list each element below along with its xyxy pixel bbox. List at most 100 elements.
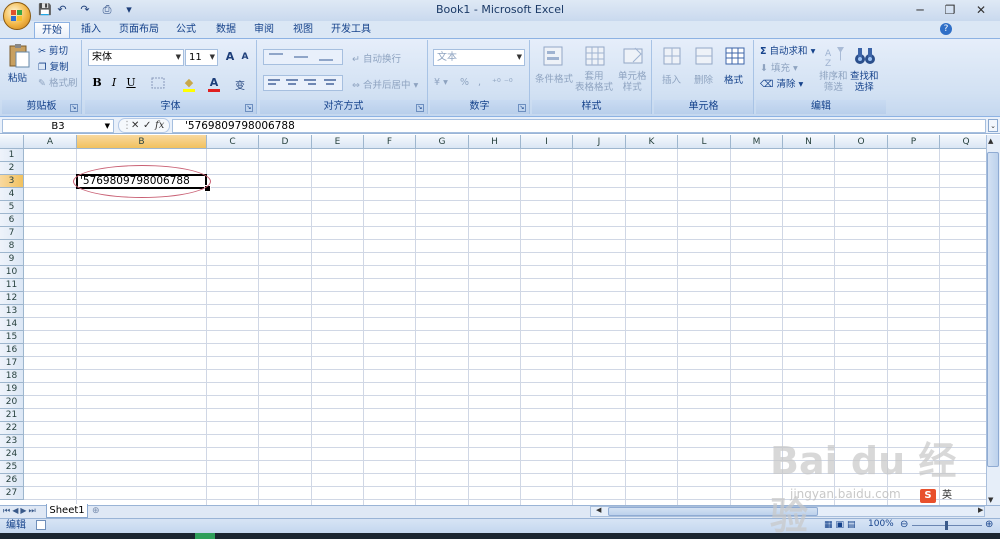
wrap-text-button[interactable]: ↵ 自动换行 [352,51,401,65]
row-header-11[interactable]: 11 [0,279,24,292]
insert-cells-button[interactable]: 插入 [662,72,681,86]
column-header-b[interactable]: B [77,135,207,149]
save-icon[interactable]: 💾 [38,3,52,17]
row-header-3[interactable]: 3 [0,175,24,188]
font-color-icon[interactable]: A [205,75,223,92]
vertical-scroll-thumb[interactable] [987,152,999,467]
column-header-k[interactable]: K [626,135,678,149]
insert-cells-icon[interactable] [660,43,686,69]
delete-cells-button[interactable]: 删除 [694,72,713,86]
scroll-up-icon[interactable]: ▲ [988,137,993,145]
row-header-7[interactable]: 7 [0,227,24,240]
print-icon[interactable]: ⎙ [100,3,114,17]
column-header-m[interactable]: M [731,135,783,149]
expand-formula-icon[interactable]: ⌄ [988,119,998,132]
row-header-19[interactable]: 19 [0,383,24,396]
minimize-button[interactable]: ─ [905,1,935,19]
phonetic-icon[interactable]: 变 [230,76,250,92]
borders-icon[interactable] [147,76,169,90]
column-header-p[interactable]: P [888,135,940,149]
alignment-launcher-icon[interactable]: ↘ [416,104,424,112]
bold-button[interactable]: B [90,75,104,91]
format-cells-button[interactable]: 格式 [724,72,743,86]
tab-view[interactable]: 视图 [285,22,321,38]
column-header-i[interactable]: I [521,135,573,149]
view-mode-icons[interactable]: ▦▣▤ [824,520,859,530]
row-header-13[interactable]: 13 [0,305,24,318]
row-header-1[interactable]: 1 [0,149,24,162]
select-all-corner[interactable] [0,135,24,149]
tab-home[interactable]: 开始 [34,22,70,38]
column-header-g[interactable]: G [416,135,469,149]
sort-filter-icon[interactable]: AZ [822,43,848,69]
formula-input[interactable]: '5769809798006788 [172,119,986,133]
font-name-combo[interactable]: 宋体 ▼ [88,49,184,66]
number-launcher-icon[interactable]: ↘ [518,104,526,112]
column-header-d[interactable]: D [259,135,312,149]
row-header-6[interactable]: 6 [0,214,24,227]
currency-icon[interactable]: ¥ ▾ [434,77,448,88]
row-header-2[interactable]: 2 [0,162,24,175]
italic-button[interactable]: I [107,75,121,91]
font-size-combo[interactable]: 11 ▼ [185,49,218,66]
row-header-17[interactable]: 17 [0,357,24,370]
row-header-21[interactable]: 21 [0,409,24,422]
row-header-9[interactable]: 9 [0,253,24,266]
tab-formulas[interactable]: 公式 [168,22,204,38]
row-header-8[interactable]: 8 [0,240,24,253]
row-header-22[interactable]: 22 [0,422,24,435]
insert-function-icon[interactable]: fx [155,120,164,131]
row-header-20[interactable]: 20 [0,396,24,409]
row-header-18[interactable]: 18 [0,370,24,383]
grow-font-icon[interactable]: A [223,49,237,65]
column-header-o[interactable]: O [835,135,888,149]
vertical-align-icons[interactable] [263,49,343,65]
zoom-in-icon[interactable]: ⊕ [985,519,993,530]
office-button[interactable] [3,2,31,30]
format-cells-icon[interactable] [722,43,748,69]
row-header-27[interactable]: 27 [0,487,24,500]
restore-button[interactable]: ❐ [935,1,965,19]
zoom-slider-thumb[interactable] [945,521,948,530]
scroll-right-icon[interactable]: ▶ [978,506,983,514]
fill-button[interactable]: ⬇ 填充 ▾ [760,60,798,74]
merge-center-button[interactable]: ⇔ 合并后居中 ▾ [352,77,418,91]
sort-filter-button[interactable]: 排序和 筛选 [819,71,848,93]
column-header-e[interactable]: E [312,135,364,149]
qat-customize-icon[interactable]: ▾ [122,3,136,17]
help-icon[interactable]: ? [940,23,952,35]
tab-review[interactable]: 审阅 [246,22,282,38]
cut-button[interactable]: ✂ 剪切 [38,43,68,57]
scroll-left-icon[interactable]: ◀ [596,506,601,514]
comma-button[interactable]: , [478,77,481,88]
decimal-icons[interactable]: ⁺⁰ ⁻⁰ [492,77,513,88]
column-header-l[interactable]: L [678,135,731,149]
number-format-combo[interactable]: 文本 ▼ [433,49,525,66]
sheet-tab-sheet1[interactable]: Sheet1 [46,504,88,518]
insert-sheet-icon[interactable]: ⊕ [92,506,106,517]
clipboard-launcher-icon[interactable]: ↘ [70,104,78,112]
row-header-26[interactable]: 26 [0,474,24,487]
cell-styles-button[interactable]: 单元格 样式 [618,71,647,93]
column-header-j[interactable]: J [573,135,626,149]
scroll-down-icon[interactable]: ▼ [988,496,993,504]
row-header-24[interactable]: 24 [0,448,24,461]
conditional-format-button[interactable]: 条件格式 [535,71,573,85]
fill-color-icon[interactable]: ◆ [180,75,198,92]
clear-button[interactable]: ⌫ 清除 ▾ [760,76,803,90]
horizontal-align-icons[interactable] [263,75,343,91]
column-header-a[interactable]: A [24,135,77,149]
binoculars-icon[interactable] [852,43,878,69]
close-button[interactable]: ✕ [966,1,996,19]
delete-cells-icon[interactable] [692,43,718,69]
cancel-icon[interactable]: ✕ [131,120,139,131]
column-header-n[interactable]: N [783,135,835,149]
percent-button[interactable]: % [460,77,469,88]
table-format-button[interactable]: 套用 表格格式 [575,71,613,93]
zoom-level[interactable]: 100% [868,519,894,529]
conditional-format-icon[interactable] [540,43,566,69]
column-header-f[interactable]: F [364,135,416,149]
autosum-button[interactable]: Σ 自动求和 ▾ [760,43,815,57]
copy-button[interactable]: ❐ 复制 [38,59,69,73]
tab-page-layout[interactable]: 页面布局 [114,22,164,38]
